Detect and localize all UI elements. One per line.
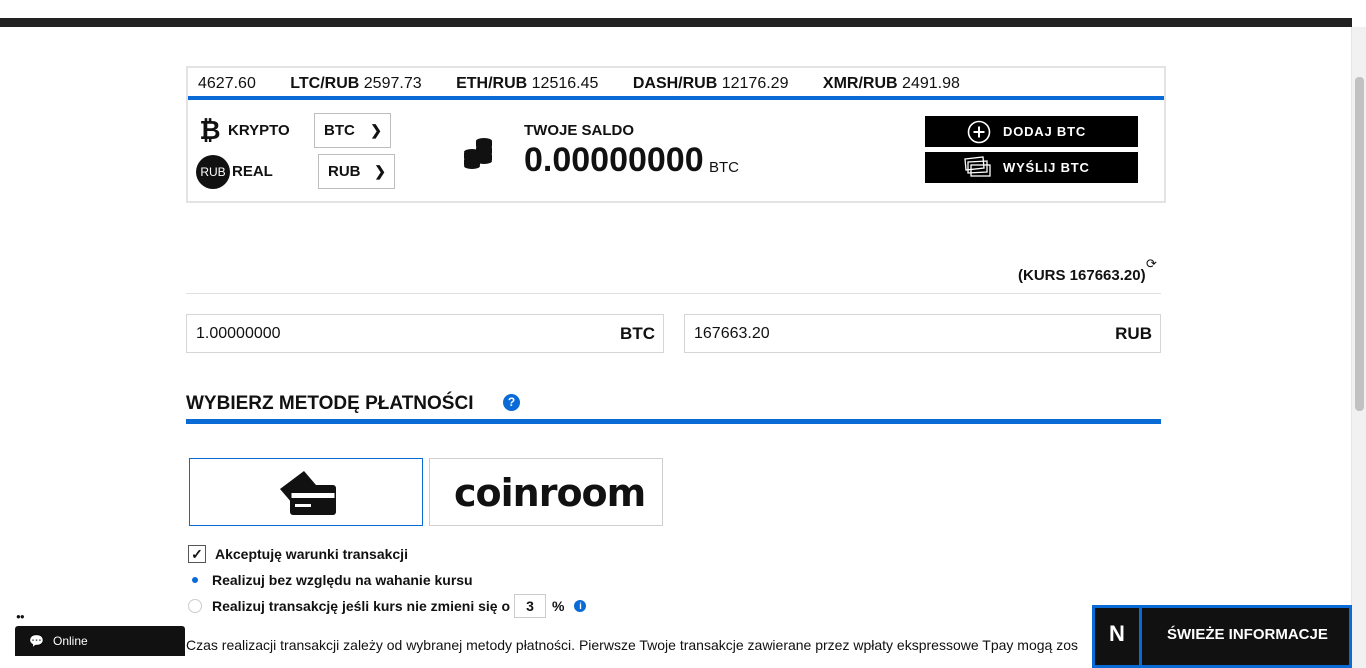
bitcoin-icon: ₿ xyxy=(199,115,221,145)
crypto-amount-unit: BTC xyxy=(620,324,655,343)
rate-condition-row: Realizuj transakcję jeśli kurs nie zmien… xyxy=(188,594,587,618)
payment-card-option[interactable] xyxy=(189,458,423,526)
fiat-amount-value: 167663.20 xyxy=(694,325,770,342)
real-label: REAL xyxy=(232,163,273,180)
crypto-amount-field[interactable]: 1.00000000 BTC xyxy=(186,314,664,353)
fiat-selector-row: RUB REAL RUB ❯ xyxy=(196,154,395,189)
ticker-item: LTC/RUB 2597.73 xyxy=(290,75,422,92)
help-icon[interactable]: ? xyxy=(503,394,520,411)
add-btc-label: DODAJ BTC xyxy=(1003,124,1087,139)
send-btc-button[interactable]: WYŚLIJ BTC xyxy=(925,152,1138,183)
fiat-amount-unit: RUB xyxy=(1115,324,1152,343)
balance-unit: BTC xyxy=(709,159,739,176)
section-underline xyxy=(186,419,1161,424)
banknotes-icon xyxy=(964,156,991,177)
ticker-item: XMR/RUB 2491.98 xyxy=(822,75,960,92)
rate-condition-radio[interactable] xyxy=(188,599,202,613)
ticker-item: ETH/RUB 12516.45 xyxy=(456,75,599,92)
divider xyxy=(186,293,1161,294)
accept-terms-row: ✓ Akceptuję warunki transakcji xyxy=(188,545,408,563)
accept-terms-label: Akceptuję warunki transakcji xyxy=(215,546,408,562)
chevron-down-icon: ❯ xyxy=(370,122,382,138)
chat-dots-icon: ●● xyxy=(16,612,25,621)
add-btc-button[interactable]: DODAJ BTC xyxy=(925,116,1138,147)
coinroom-logo: coinroom xyxy=(454,471,646,515)
price-ticker: 4627.60 LTC/RUB 2597.73 ETH/RUB 12516.45… xyxy=(188,68,1164,100)
send-btc-label: WYŚLIJ BTC xyxy=(1003,160,1090,175)
payment-coinroom-option[interactable]: coinroom xyxy=(429,458,663,526)
news-logo-icon: N xyxy=(1095,608,1142,665)
fiat-amount-field[interactable]: 167663.20 RUB xyxy=(684,314,1161,353)
processing-time-note: Czas realizacji transakcji zależy od wyb… xyxy=(186,637,1078,653)
crypto-select-value: BTC xyxy=(324,122,355,139)
nav-bar-strip xyxy=(0,18,1352,27)
percent-input[interactable]: 3 xyxy=(514,594,547,618)
page-scrollbar[interactable] xyxy=(1351,27,1366,668)
payment-method-title: WYBIERZ METODĘ PŁATNOŚCI xyxy=(186,393,474,414)
regardless-option-row: Realizuj bez względu na wahanie kursu xyxy=(188,572,473,588)
refresh-icon[interactable]: ⟳ xyxy=(1146,256,1157,272)
nav-left-area xyxy=(0,0,168,18)
top-navigation-bar xyxy=(0,0,1366,27)
regardless-label: Realizuj bez względu na wahanie kursu xyxy=(212,572,473,588)
ticker-item: 4627.60 xyxy=(198,75,256,92)
regardless-radio[interactable] xyxy=(188,573,202,587)
chevron-down-icon: ❯ xyxy=(374,163,386,179)
chat-bubble-icon: 💬 xyxy=(29,634,44,648)
scrollbar-thumb[interactable] xyxy=(1355,77,1364,411)
crypto-select[interactable]: BTC ❯ xyxy=(314,113,391,148)
crypto-amount-value: 1.00000000 xyxy=(196,325,281,342)
exchange-rate: (KURS 167663.20) xyxy=(1018,267,1146,284)
fiat-select-value: RUB xyxy=(328,163,361,180)
accept-terms-checkbox[interactable]: ✓ xyxy=(188,545,206,563)
info-icon[interactable]: i xyxy=(574,600,587,612)
chat-status: Online xyxy=(53,634,88,648)
percent-sign: % xyxy=(552,598,565,614)
fresh-news-button[interactable]: N ŚWIEŻE INFORMACJE xyxy=(1092,605,1352,668)
ticker-item: DASH/RUB 12176.29 xyxy=(632,75,789,92)
exchange-panel: 4627.60 LTC/RUB 2597.73 ETH/RUB 12516.45… xyxy=(186,66,1166,203)
online-chat-widget[interactable]: 💬 Online xyxy=(15,626,185,656)
balance-value: 0.00000000 xyxy=(524,141,704,179)
crypto-label: KRYPTO xyxy=(228,122,290,139)
rate-condition-label: Realizuj transakcję jeśli kurs nie zmien… xyxy=(212,598,511,614)
credit-cards-icon xyxy=(280,471,336,515)
news-label: ŚWIEŻE INFORMACJE xyxy=(1167,626,1328,643)
ruble-icon: RUB xyxy=(196,154,230,189)
coins-icon xyxy=(464,138,492,169)
plus-circle-icon xyxy=(967,120,991,144)
fiat-select[interactable]: RUB ❯ xyxy=(318,154,395,189)
crypto-selector-row: ₿ KRYPTO BTC ❯ xyxy=(198,113,391,148)
balance-label: TWOJE SALDO xyxy=(524,122,635,139)
